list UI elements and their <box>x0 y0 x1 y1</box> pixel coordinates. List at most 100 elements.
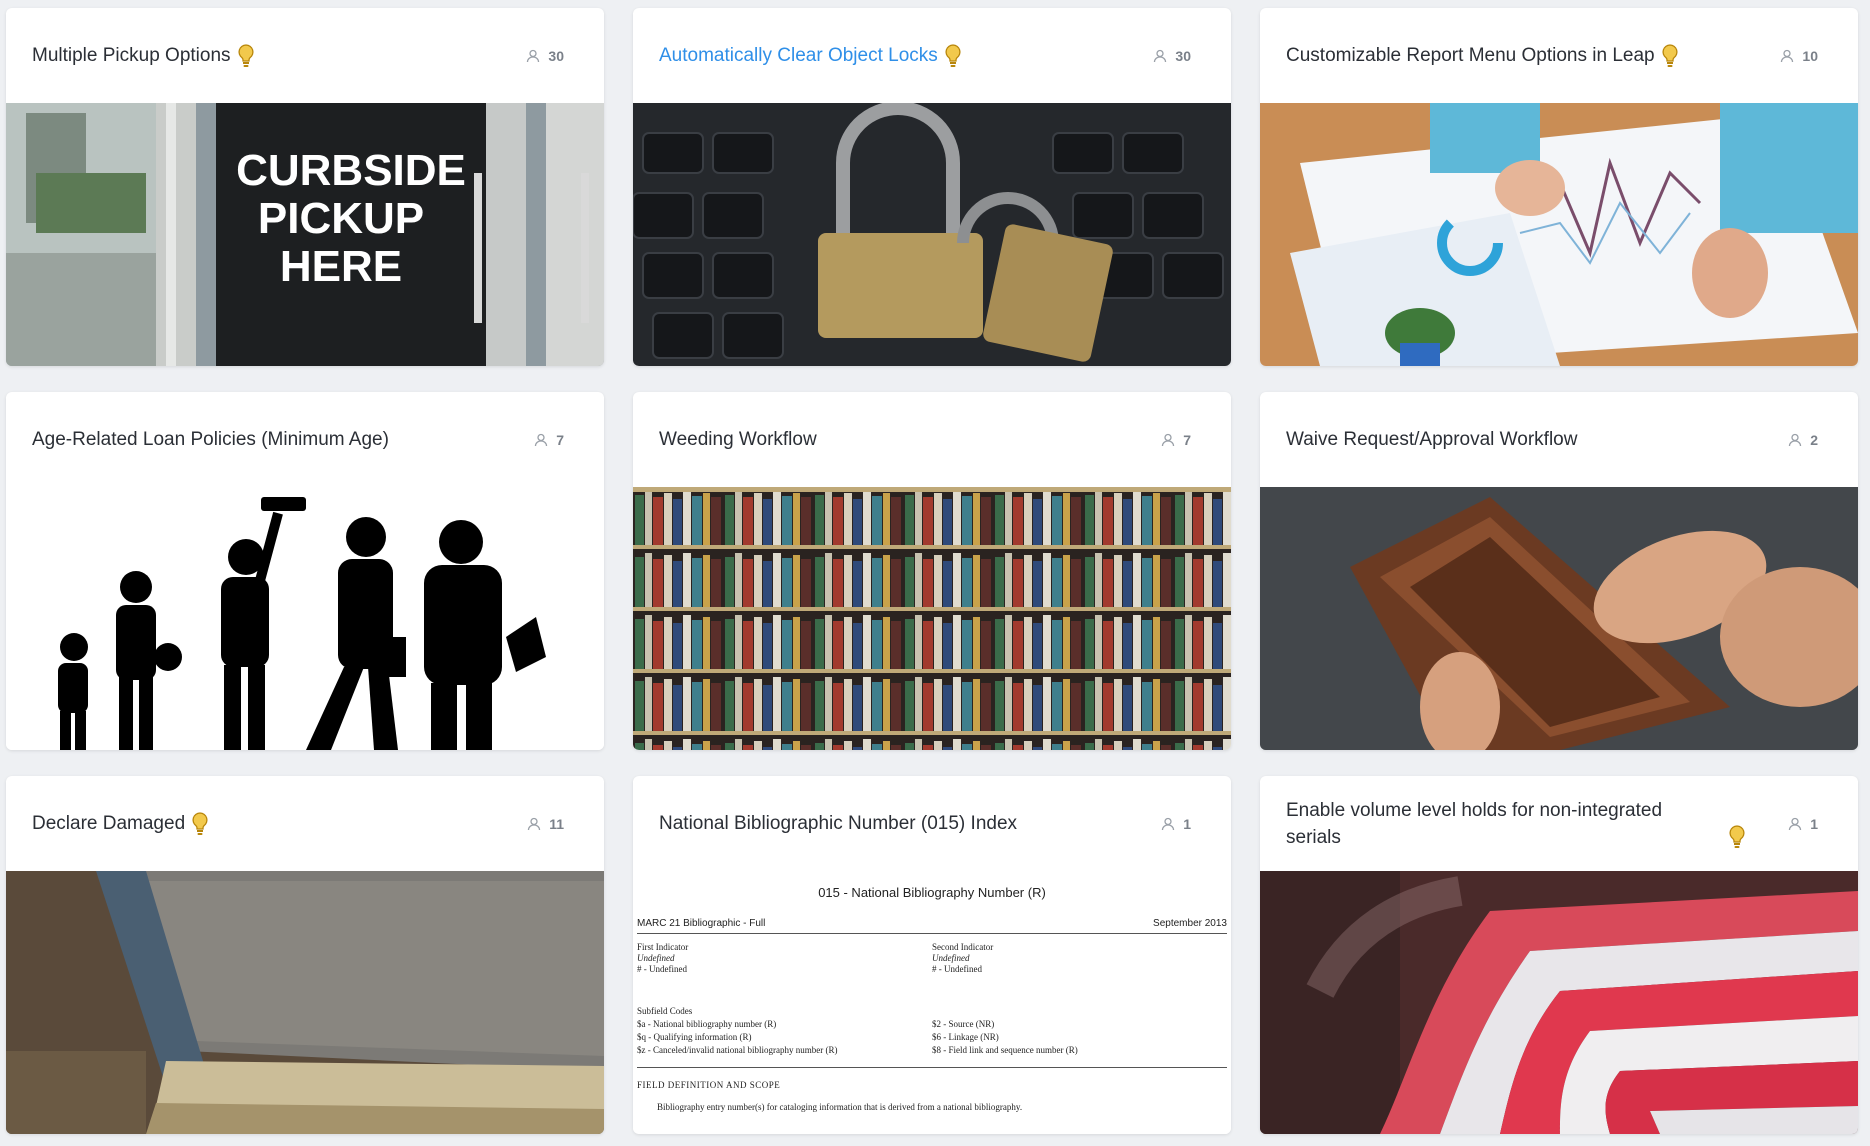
idea-card[interactable]: Enable volume level holds for non-integr… <box>1260 776 1858 1134</box>
marc-body-text: Bibliography entry number(s) for catalog… <box>657 1102 1023 1112</box>
card-header: Automatically Clear Object Locks 30 <box>633 8 1231 103</box>
marc-header-row: MARC 21 Bibliographic - Full September 2… <box>637 918 1227 934</box>
marc-text: # - Undefined <box>637 964 687 974</box>
card-title-wrap: Waive Request/Approval Workflow <box>1286 426 1577 453</box>
report-charts-image <box>1260 103 1858 366</box>
person-icon <box>527 49 540 62</box>
card-header: Customizable Report Menu Options in Leap… <box>1260 8 1858 103</box>
card-header: Multiple Pickup Options 30 <box>6 8 604 103</box>
person-icon <box>535 433 548 446</box>
marc-subfields-left: Subfield Codes $a - National bibliograph… <box>637 1005 932 1057</box>
card-title-wrap: Enable volume level holds for non-integr… <box>1286 797 1746 851</box>
card-title-wrap: Declare Damaged <box>32 810 209 837</box>
marc-first-indicator: First Indicator Undefined # - Undefined <box>637 942 932 975</box>
card-header: Enable volume level holds for non-integr… <box>1260 776 1858 871</box>
marc-right-header: September 2013 <box>1153 918 1227 929</box>
card-title[interactable]: Automatically Clear Object Locks <box>659 42 938 69</box>
card-title[interactable]: Waive Request/Approval Workflow <box>1286 426 1577 453</box>
marc-text: $6 - Linkage (NR) <box>932 1032 999 1042</box>
card-header: Waive Request/Approval Workflow 2 <box>1260 392 1858 487</box>
marc-text: Second Indicator <box>932 942 994 952</box>
card-title[interactable]: Declare Damaged <box>32 810 185 837</box>
vote-count[interactable]: 7 <box>1161 432 1191 448</box>
marc-text: $z - Canceled/invalid national bibliogra… <box>637 1045 838 1055</box>
marc-section-title: FIELD DEFINITION AND SCOPE <box>637 1067 1227 1090</box>
card-title-wrap: Weeding Workflow <box>659 426 817 453</box>
idea-card[interactable]: National Bibliographic Number (015) Inde… <box>633 776 1231 1134</box>
lightbulb-icon <box>945 43 961 67</box>
vote-count[interactable]: 7 <box>534 432 564 448</box>
card-title[interactable]: National Bibliographic Number (015) Inde… <box>659 810 1017 837</box>
vote-number: 7 <box>556 431 564 448</box>
marc-text: Subfield Codes <box>637 1006 693 1016</box>
person-icon <box>528 817 541 830</box>
card-header: National Bibliographic Number (015) Inde… <box>633 776 1231 871</box>
marc-heading: 015 - National Bibliography Number (R) <box>818 885 1046 900</box>
card-title[interactable]: Multiple Pickup Options <box>32 42 231 69</box>
empty-wallet-art <box>1260 487 1858 750</box>
sign-line-1: CURBSIDE <box>236 146 466 195</box>
marc-text: $2 - Source (NR) <box>932 1019 995 1029</box>
vote-count[interactable]: 2 <box>1788 432 1818 448</box>
lightbulb-icon <box>1662 43 1678 67</box>
magazines-art <box>1260 871 1858 1134</box>
card-header: Age-Related Loan Policies (Minimum Age) … <box>6 392 604 487</box>
idea-card[interactable]: Age-Related Loan Policies (Minimum Age) … <box>6 392 604 750</box>
vote-count[interactable]: 11 <box>527 816 564 832</box>
lightbulb-icon <box>237 43 254 67</box>
vote-number: 7 <box>1183 431 1191 448</box>
idea-card[interactable]: Customizable Report Menu Options in Leap… <box>1260 8 1858 366</box>
lightbulb-icon <box>1729 824 1745 848</box>
marc-document: 015 - National Bibliography Number (R) M… <box>633 871 1231 1134</box>
vote-count[interactable]: 10 <box>1780 48 1818 64</box>
marc-subfields-right: $2 - Source (NR) $6 - Linkage (NR) $8 - … <box>932 1005 1227 1057</box>
age-silhouettes-image <box>6 487 604 750</box>
curbside-pickup-art: CURBSIDE PICKUP HERE <box>6 103 604 366</box>
idea-card[interactable]: Multiple Pickup Options 30 CURBSIDE PICK… <box>6 8 604 366</box>
card-title[interactable]: Enable volume level holds for non-integr… <box>1286 797 1722 851</box>
sign-line-2: PICKUP <box>258 194 424 243</box>
person-icon <box>1154 49 1167 62</box>
card-title[interactable]: Age-Related Loan Policies (Minimum Age) <box>32 426 389 453</box>
card-header: Weeding Workflow 7 <box>633 392 1231 487</box>
marc-indicators: First Indicator Undefined # - Undefined … <box>637 942 1227 975</box>
person-icon <box>1781 49 1794 62</box>
damaged-book-image <box>6 871 604 1134</box>
vote-count[interactable]: 30 <box>1153 48 1191 64</box>
vote-number: 1 <box>1183 815 1191 832</box>
vote-number: 2 <box>1810 431 1818 448</box>
card-title[interactable]: Weeding Workflow <box>659 426 817 453</box>
curbside-pickup-image: CURBSIDE PICKUP HERE <box>6 103 604 366</box>
ideas-grid: Multiple Pickup Options 30 CURBSIDE PICK… <box>6 8 1858 1134</box>
vote-number: 1 <box>1810 815 1818 832</box>
age-silhouettes-art <box>6 487 604 750</box>
bookshelf-art <box>633 487 1231 750</box>
marc-text: $q - Qualifying information (R) <box>637 1032 752 1042</box>
vote-number: 30 <box>548 47 564 64</box>
vote-count[interactable]: 1 <box>1788 816 1818 832</box>
person-icon <box>1789 817 1802 830</box>
report-charts-art <box>1260 103 1858 366</box>
vote-number: 30 <box>1175 47 1191 64</box>
bookshelf-image <box>633 487 1231 750</box>
empty-wallet-image <box>1260 487 1858 750</box>
marc-subfields: Subfield Codes $a - National bibliograph… <box>637 1005 1227 1057</box>
idea-card[interactable]: Waive Request/Approval Workflow 2 <box>1260 392 1858 750</box>
marc-text: First Indicator <box>637 942 689 952</box>
card-title[interactable]: Customizable Report Menu Options in Leap <box>1286 42 1655 69</box>
padlock-keyboard-art <box>633 103 1231 366</box>
card-title-wrap: Automatically Clear Object Locks <box>659 42 962 69</box>
idea-card[interactable]: Automatically Clear Object Locks 30 <box>633 8 1231 366</box>
magazines-image <box>1260 871 1858 1134</box>
card-title-wrap: Multiple Pickup Options <box>32 42 255 69</box>
idea-card[interactable]: Declare Damaged 11 <box>6 776 604 1134</box>
vote-count[interactable]: 30 <box>526 48 564 64</box>
marc-text: Undefined <box>932 953 970 963</box>
lightbulb-icon <box>192 811 208 835</box>
idea-card[interactable]: Weeding Workflow 7 <box>633 392 1231 750</box>
person-icon <box>1162 817 1175 830</box>
person-icon <box>1789 433 1802 446</box>
vote-count[interactable]: 1 <box>1161 816 1191 832</box>
person-icon <box>1162 433 1175 446</box>
card-title-wrap: National Bibliographic Number (015) Inde… <box>659 810 1017 837</box>
